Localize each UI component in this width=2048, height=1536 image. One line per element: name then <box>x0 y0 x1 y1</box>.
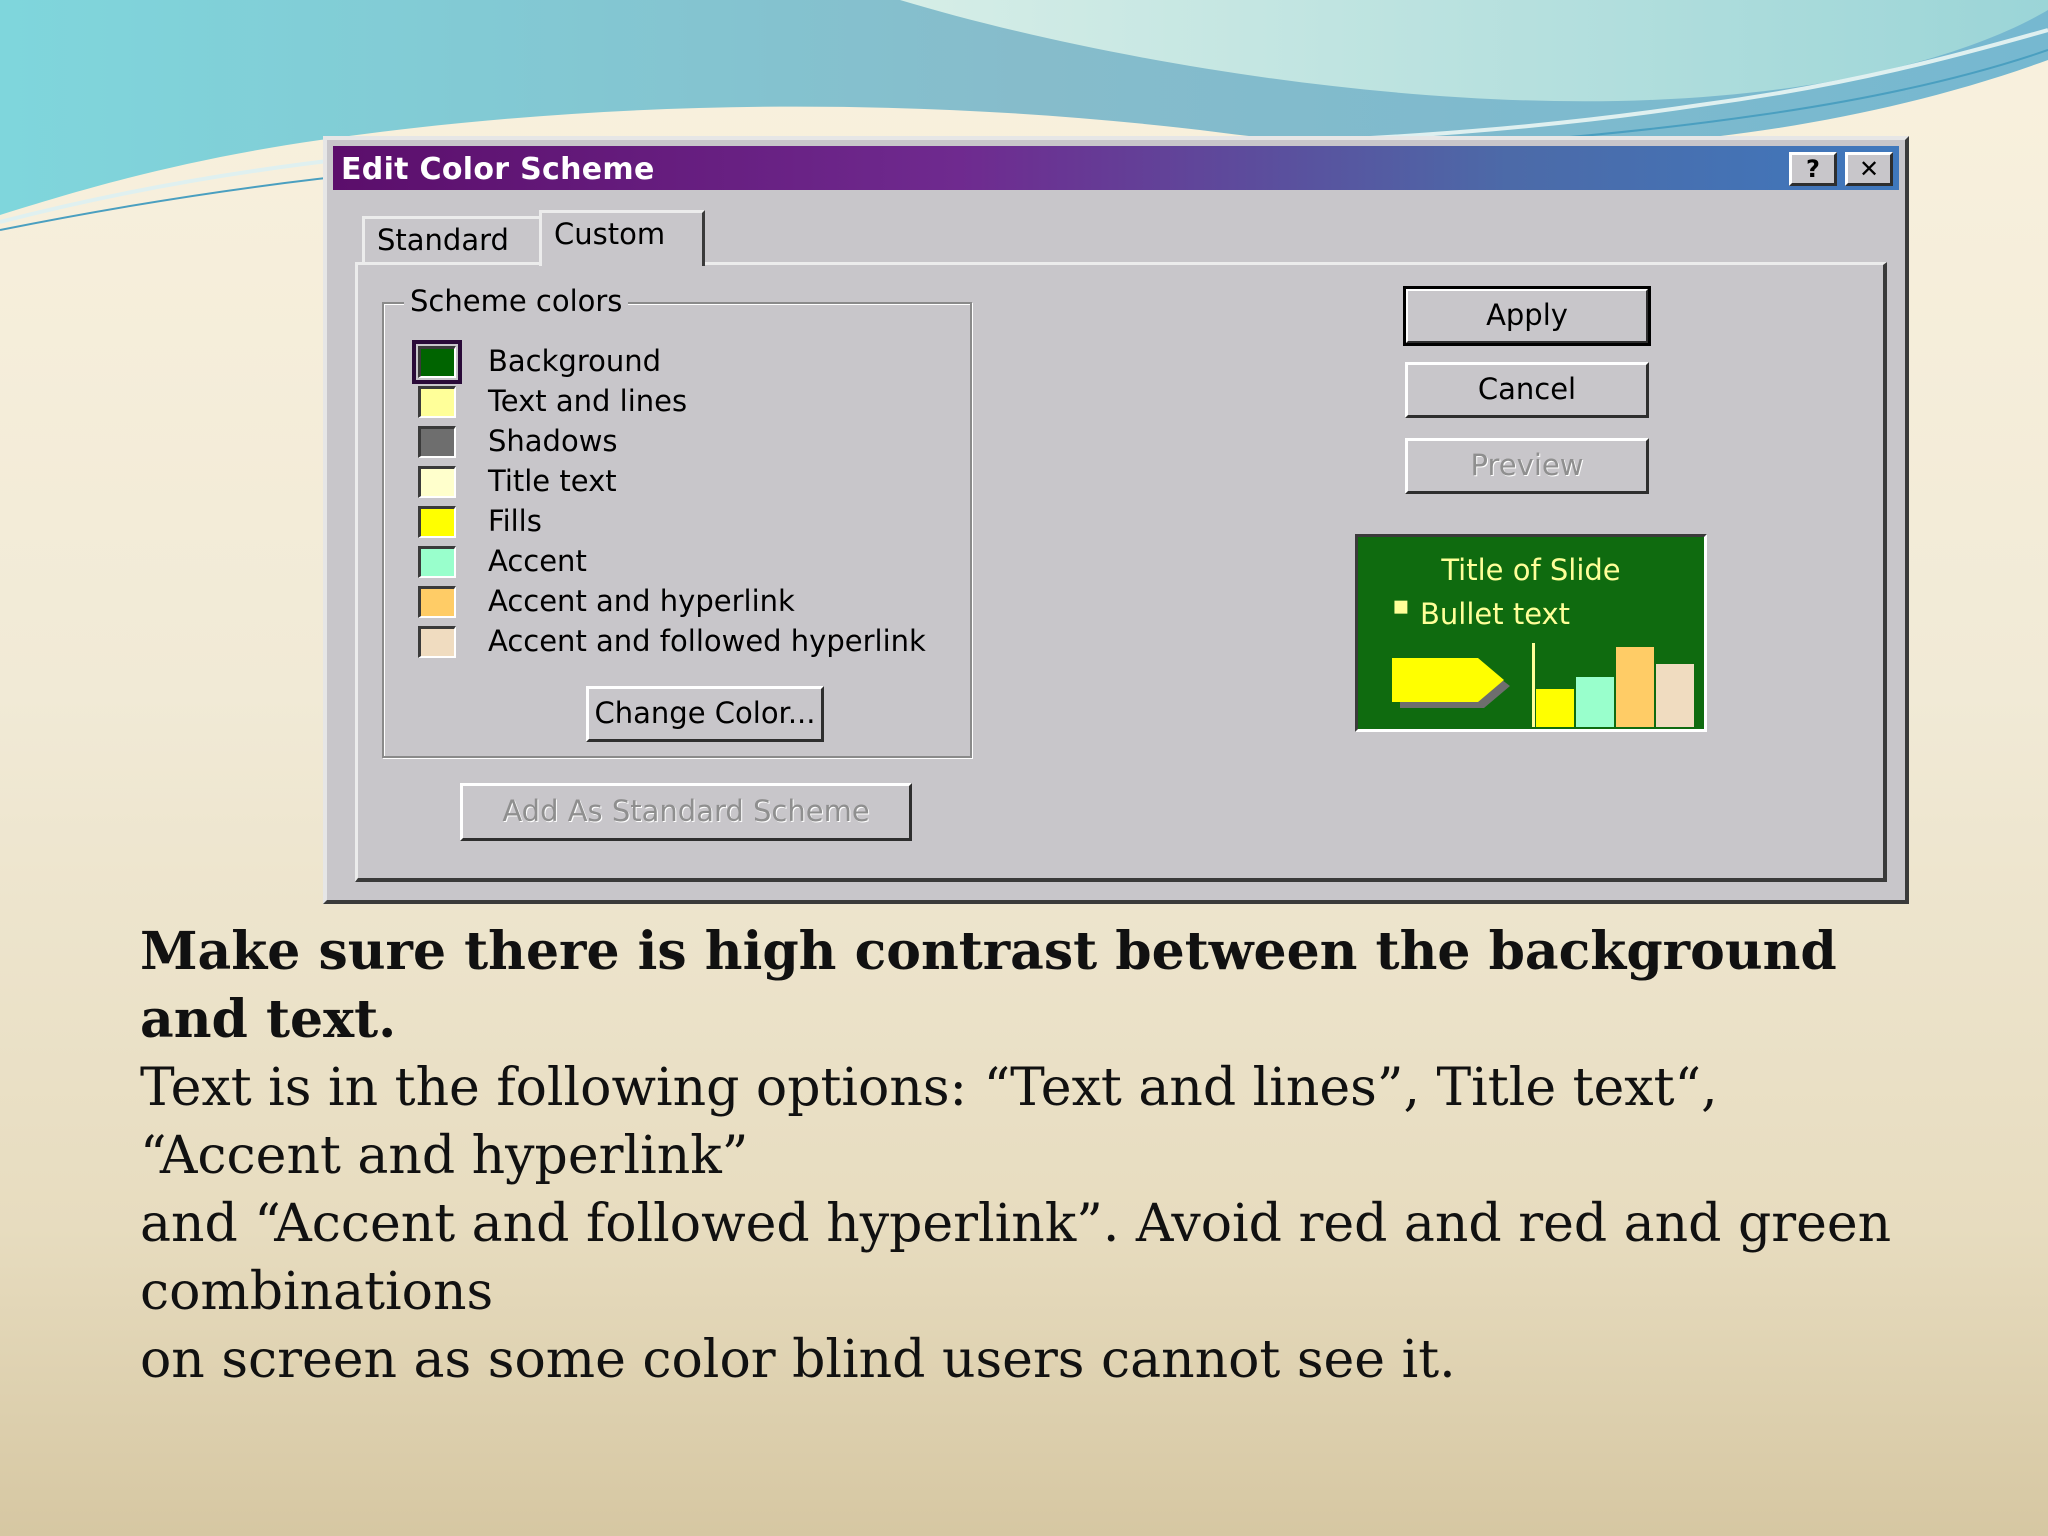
preview-button[interactable]: Preview <box>1405 438 1649 494</box>
preview-bar <box>1616 647 1654 727</box>
color-swatch[interactable] <box>418 626 456 658</box>
preview-bar-chart <box>1532 643 1698 727</box>
preview-slide-title: Title of Slide <box>1441 553 1621 587</box>
dialog-titlebar[interactable]: Edit Color Scheme ? ✕ <box>333 146 1899 190</box>
caption-line-1: Text is in the following options: “Text … <box>140 1058 1718 1186</box>
scheme-colors-group: Scheme colors Background Text and lines Sh… <box>382 284 972 758</box>
tab-custom[interactable]: Custom <box>539 210 705 266</box>
scheme-item-text-and-lines[interactable]: Text and lines <box>384 384 944 422</box>
change-color-button[interactable]: Change Color... <box>586 686 824 742</box>
dialog-title: Edit Color Scheme <box>341 152 655 187</box>
color-swatch[interactable] <box>418 466 456 498</box>
color-swatch[interactable] <box>418 546 456 578</box>
preview-arrow-shape <box>1392 658 1510 708</box>
close-icon: ✕ <box>1858 155 1880 183</box>
slide-caption: Make sure there is high contrast between… <box>140 918 1920 1394</box>
scheme-item-label: Text and lines <box>488 384 688 418</box>
scheme-item-label: Fills <box>488 504 542 538</box>
color-swatch[interactable] <box>412 340 462 384</box>
scheme-item-accent[interactable]: Accent <box>384 544 944 582</box>
preview-chart-axis <box>1532 643 1535 727</box>
tab-standard[interactable]: Standard <box>362 216 542 262</box>
scheme-item-label: Accent and followed hyperlink <box>488 624 926 658</box>
add-as-standard-scheme-button[interactable]: Add As Standard Scheme <box>460 783 912 841</box>
color-swatch[interactable] <box>418 386 456 418</box>
preview-bullet-icon: ▪ <box>1392 591 1410 621</box>
edit-color-scheme-dialog: Edit Color Scheme ? ✕ Standard Custom Sc… <box>323 136 1909 904</box>
scheme-item-accent-and-followed-hyperlink[interactable]: Accent and followed hyperlink <box>384 624 944 662</box>
preview-bar <box>1536 689 1574 727</box>
color-swatch[interactable] <box>418 506 456 538</box>
scheme-item-background[interactable]: Background <box>384 340 944 384</box>
scheme-item-label: Background <box>488 344 662 378</box>
scheme-colors-label: Scheme colors <box>404 284 629 318</box>
scheme-item-title-text[interactable]: Title text <box>384 464 944 502</box>
color-swatch[interactable] <box>418 586 456 618</box>
scheme-item-label: Accent <box>488 544 587 578</box>
help-icon: ? <box>1806 155 1820 183</box>
scheme-item-label: Shadows <box>488 424 618 458</box>
scheme-item-accent-and-hyperlink[interactable]: Accent and hyperlink <box>384 584 944 622</box>
color-scheme-preview: Title of Slide ▪ Bullet text <box>1355 534 1707 732</box>
help-button[interactable]: ? <box>1789 152 1837 186</box>
close-button[interactable]: ✕ <box>1845 152 1893 186</box>
scheme-item-label: Accent and hyperlink <box>488 584 795 618</box>
scheme-item-fills[interactable]: Fills <box>384 504 944 542</box>
caption-line-2: and “Accent and followed hyperlink”. Avo… <box>140 1194 1892 1322</box>
scheme-item-shadows[interactable]: Shadows <box>384 424 944 462</box>
cancel-button[interactable]: Cancel <box>1405 362 1649 418</box>
caption-line-3: on screen as some color blind users cann… <box>140 1330 1456 1390</box>
preview-bullet-text: Bullet text <box>1420 597 1571 631</box>
color-swatch[interactable] <box>418 426 456 458</box>
apply-button[interactable]: Apply <box>1403 286 1651 346</box>
caption-heading: Make sure there is high contrast between… <box>140 921 1837 1050</box>
preview-bar <box>1576 677 1614 727</box>
preview-bar <box>1656 664 1694 727</box>
scheme-item-label: Title text <box>488 464 617 498</box>
